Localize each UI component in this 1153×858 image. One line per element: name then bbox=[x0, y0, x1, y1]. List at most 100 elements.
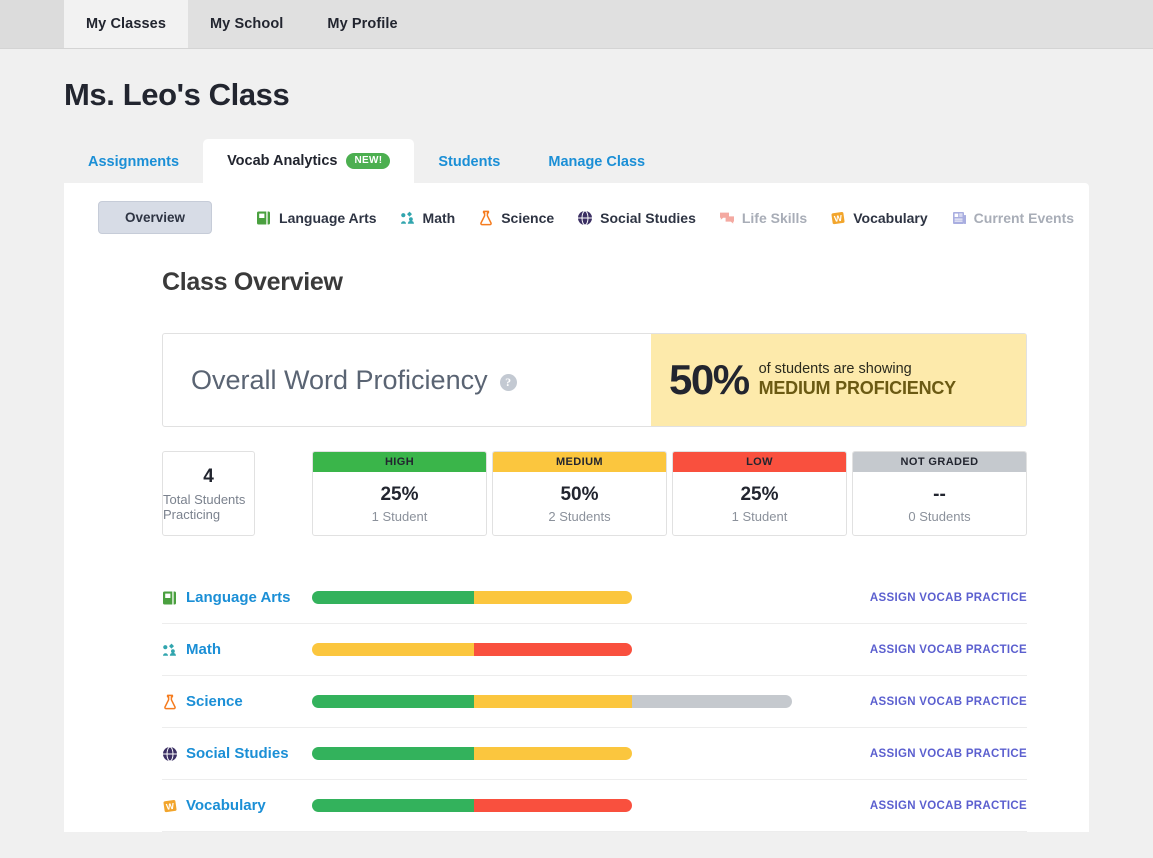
subject-row-label: Social Studies bbox=[186, 745, 289, 762]
global-nav-tab-my-classes[interactable]: My Classes bbox=[64, 0, 188, 48]
section-tab-students[interactable]: Students bbox=[414, 141, 524, 183]
overview-panel: Class Overview Overall Word Proficiency … bbox=[64, 268, 1089, 832]
global-nav-left-pad bbox=[0, 0, 64, 48]
bar-segment-high bbox=[312, 591, 474, 604]
chat-bubbles-icon bbox=[719, 210, 735, 226]
stat-cards: 4 Total Students Practicing HIGH 25% 1 Stu… bbox=[162, 451, 1027, 536]
global-nav-tab-label: My School bbox=[210, 16, 284, 32]
bar-segment-medium bbox=[474, 591, 632, 604]
overview-button[interactable]: Overview bbox=[98, 201, 213, 234]
assign-vocab-practice-link-science[interactable]: ASSIGN VOCAB PRACTICE bbox=[852, 696, 1027, 708]
subject-rows: Language Arts ASSIGN VOCAB PRACTICE Math AS… bbox=[162, 572, 1027, 832]
assign-vocab-practice-link-language-arts[interactable]: ASSIGN VOCAB PRACTICE bbox=[852, 592, 1027, 604]
subject-row-bar-wrap bbox=[312, 747, 852, 760]
stat-card-body: -- 0 Students bbox=[853, 472, 1026, 535]
stat-card-header: HIGH bbox=[313, 452, 486, 472]
bar-segment-high bbox=[312, 799, 474, 812]
newspaper-icon bbox=[951, 210, 967, 226]
bar-segment-not-graded bbox=[632, 695, 792, 708]
subject-nav-item-label: Language Arts bbox=[279, 209, 377, 226]
stat-card-student-count: 1 Student bbox=[371, 508, 428, 524]
stat-card-percent: 25% bbox=[740, 483, 779, 505]
subject-row-link-science[interactable]: Science bbox=[162, 693, 312, 710]
subject-row-math: Math ASSIGN VOCAB PRACTICE bbox=[162, 624, 1027, 676]
subject-row-vocabulary: W Vocabulary ASSIGN VOCAB PRACTICE bbox=[162, 780, 1027, 832]
subject-row-link-language-arts[interactable]: Language Arts bbox=[162, 589, 312, 606]
section-tab-vocab-analytics[interactable]: Vocab Analytics NEW! bbox=[203, 139, 415, 183]
subject-row-link-math[interactable]: Math bbox=[162, 641, 312, 658]
proficiency-percent: 50% bbox=[669, 356, 750, 403]
stat-card-header: MEDIUM bbox=[493, 452, 666, 472]
section-tab-label: Vocab Analytics bbox=[227, 153, 338, 169]
global-nav: My Classes My School My Profile bbox=[0, 0, 1153, 49]
subject-row-language-arts: Language Arts ASSIGN VOCAB PRACTICE bbox=[162, 572, 1027, 624]
section-tab-manage-class[interactable]: Manage Class bbox=[524, 141, 669, 183]
subject-nav-item-label: Life Skills bbox=[741, 209, 808, 226]
subject-row-label: Math bbox=[186, 641, 221, 658]
section-tab-assignments[interactable]: Assignments bbox=[64, 141, 203, 183]
section-tabs: Assignments Vocab Analytics NEW! Students Ma… bbox=[64, 139, 1089, 183]
section-tab-label: Assignments bbox=[88, 154, 180, 170]
globe-icon bbox=[162, 746, 178, 762]
flask-icon bbox=[478, 210, 494, 226]
subject-row-social-studies: Social Studies ASSIGN VOCAB PRACTICE bbox=[162, 728, 1027, 780]
subject-row-bar-wrap bbox=[312, 643, 852, 656]
book-icon bbox=[256, 210, 272, 226]
stat-card-medium: MEDIUM 50% 2 Students bbox=[492, 451, 667, 536]
subject-row-label: Science bbox=[186, 693, 243, 710]
subject-nav-item-social-studies[interactable]: Social Studies bbox=[577, 210, 696, 226]
proficiency-bar bbox=[312, 643, 632, 656]
assign-vocab-practice-link-social-studies[interactable]: ASSIGN VOCAB PRACTICE bbox=[852, 748, 1027, 760]
subject-nav-item-label: Science bbox=[501, 209, 555, 226]
global-nav-filler bbox=[419, 0, 1153, 48]
bar-segment-high bbox=[312, 695, 474, 708]
subject-nav-item-label: Social Studies bbox=[600, 209, 696, 226]
stat-card-percent: 50% bbox=[560, 483, 599, 505]
proficiency-callout: 50% of students are showing MEDIUM PROFI… bbox=[651, 334, 1026, 426]
flask-icon bbox=[162, 694, 178, 710]
proficiency-bar bbox=[312, 799, 632, 812]
new-badge: NEW! bbox=[346, 153, 391, 169]
proficiency-stat-cards: HIGH 25% 1 Student MEDIUM 50% 2 Students LOW 25… bbox=[312, 451, 1027, 536]
stat-card-header: NOT GRADED bbox=[853, 452, 1026, 472]
proficiency-text: of students are showing MEDIUM PROFICIEN… bbox=[758, 360, 957, 400]
proficiency-bar bbox=[312, 591, 632, 604]
subject-row-link-social-studies[interactable]: Social Studies bbox=[162, 745, 312, 762]
subject-row-science: Science ASSIGN VOCAB PRACTICE bbox=[162, 676, 1027, 728]
book-icon bbox=[162, 590, 178, 606]
global-nav-tab-my-profile[interactable]: My Profile bbox=[305, 0, 419, 48]
vocab-w-icon: W bbox=[830, 210, 846, 226]
content-card: Overview Language Arts Math Science Social … bbox=[64, 183, 1089, 832]
proficiency-text-line2: MEDIUM PROFICIENCY bbox=[758, 377, 957, 398]
total-students-label: Total Students Practicing bbox=[163, 491, 246, 522]
bar-segment-low bbox=[474, 643, 632, 656]
subject-nav-item-vocabulary[interactable]: W Vocabulary bbox=[830, 210, 928, 226]
proficiency-text-line1: of students are showing bbox=[758, 360, 912, 377]
proficiency-bar bbox=[312, 747, 632, 760]
assign-vocab-practice-link-math[interactable]: ASSIGN VOCAB PRACTICE bbox=[852, 644, 1027, 656]
subject-nav-items: Language Arts Math Science Social Studies Li… bbox=[256, 210, 1097, 226]
subject-nav-item-science[interactable]: Science bbox=[478, 210, 554, 226]
stat-card-body: 25% 1 Student bbox=[313, 472, 486, 535]
help-circle-icon[interactable]: ? bbox=[499, 373, 517, 391]
subject-row-label: Vocabulary bbox=[186, 797, 266, 814]
subject-nav-item-math[interactable]: Math bbox=[400, 209, 456, 226]
bar-segment-high bbox=[312, 747, 474, 760]
subject-nav: Overview Language Arts Math Science Social … bbox=[64, 183, 1089, 250]
total-students-value: 4 bbox=[203, 465, 214, 487]
global-nav-tab-label: My Classes bbox=[86, 16, 166, 32]
subject-row-link-vocabulary[interactable]: W Vocabulary bbox=[162, 797, 312, 814]
assign-vocab-practice-link-vocabulary[interactable]: ASSIGN VOCAB PRACTICE bbox=[852, 800, 1027, 812]
proficiency-bar bbox=[312, 695, 792, 708]
subject-nav-item-label: Math bbox=[422, 209, 456, 226]
subject-nav-item-language-arts[interactable]: Language Arts bbox=[256, 210, 377, 226]
bar-segment-medium bbox=[474, 747, 632, 760]
stat-card-body: 25% 1 Student bbox=[673, 472, 846, 535]
total-students-card: 4 Total Students Practicing bbox=[162, 451, 255, 536]
stat-card-student-count: 2 Students bbox=[548, 508, 611, 524]
subject-row-bar-wrap bbox=[312, 799, 852, 812]
proficiency-title-group: Overall Word Proficiency ? bbox=[163, 365, 517, 396]
global-nav-tab-my-school[interactable]: My School bbox=[188, 0, 305, 48]
stat-card-not-graded: NOT GRADED -- 0 Students bbox=[852, 451, 1027, 536]
proficiency-title: Overall Word Proficiency bbox=[191, 364, 488, 395]
